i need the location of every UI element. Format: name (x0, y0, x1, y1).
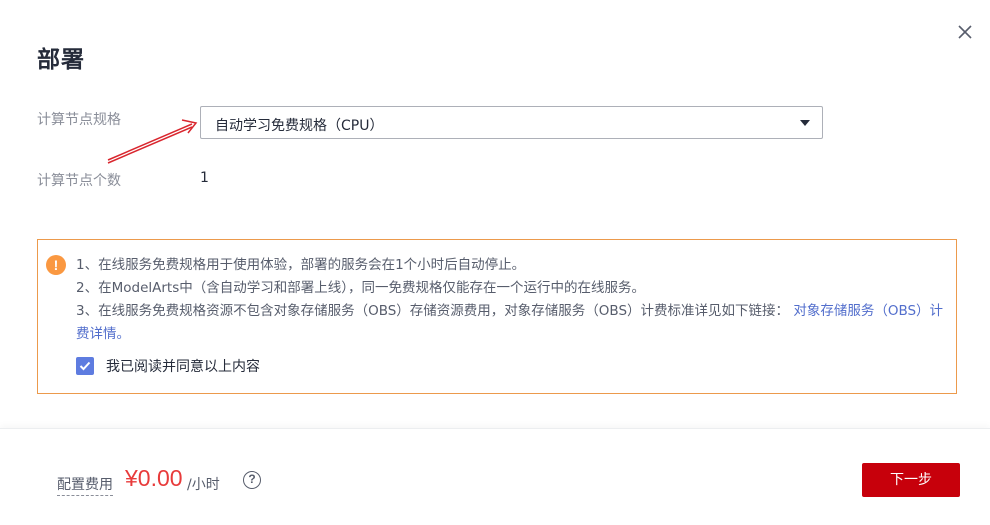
fee-amount: ¥0.00 (125, 465, 183, 491)
agree-checkbox[interactable] (76, 357, 94, 375)
spec-select[interactable]: 自动学习免费规格（CPU） (200, 106, 823, 139)
notice-line-3: 3、在线服务免费规格资源不包含对象存储服务（OBS）存储资源费用，对象存储服务（… (76, 300, 946, 346)
check-icon (79, 361, 91, 371)
agree-label: 我已阅读并同意以上内容 (106, 359, 260, 375)
annotation-arrow (107, 119, 198, 164)
next-button[interactable]: 下一步 (862, 463, 960, 497)
spec-select-value: 自动学习免费规格（CPU） (215, 118, 384, 134)
close-icon (958, 25, 972, 39)
help-icon[interactable]: ? (243, 471, 261, 489)
warning-icon: ! (46, 255, 66, 275)
fee-unit: /小时 (187, 477, 220, 493)
fee-label[interactable]: 配置费用 (57, 474, 113, 496)
close-button[interactable] (954, 21, 976, 43)
caret-down-icon (800, 120, 810, 126)
dialog-footer: 配置费用 ¥0.00 /小时 ? 下一步 (0, 428, 990, 525)
deploy-dialog: 部署 计算节点规格 自动学习免费规格（CPU） 计算节点个数 1 ! 1、在线服… (0, 0, 990, 525)
notice-line-3-text: 3、在线服务免费规格资源不包含对象存储服务（OBS）存储资源费用，对象存储服务（… (76, 303, 790, 319)
count-value: 1 (200, 170, 209, 186)
notice-box: ! 1、在线服务免费规格用于使用体验，部署的服务会在1个小时后自动停止。 2、在… (37, 239, 957, 394)
notice-line-2: 2、在ModelArts中（含自动学习和部署上线），同一免费规格仅能存在一个运行… (76, 280, 645, 296)
dialog-title: 部署 (37, 47, 85, 73)
agree-checkbox-row[interactable]: 我已阅读并同意以上内容 (76, 356, 260, 376)
count-label: 计算节点个数 (37, 173, 121, 189)
notice-line-1: 1、在线服务免费规格用于使用体验，部署的服务会在1个小时后自动停止。 (76, 257, 526, 273)
notice-text: 1、在线服务免费规格用于使用体验，部署的服务会在1个小时后自动停止。 2、在Mo… (76, 254, 946, 346)
